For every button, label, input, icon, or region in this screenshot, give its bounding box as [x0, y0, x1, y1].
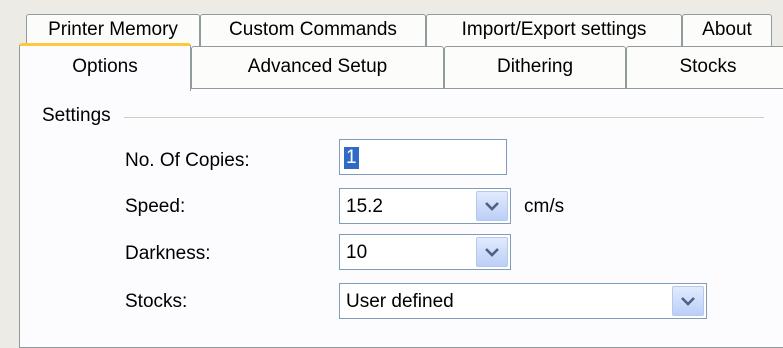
tab-about[interactable]: About — [682, 14, 772, 48]
tab-label: Import/Export settings — [461, 19, 647, 40]
stocks-value: User defined — [346, 291, 454, 312]
speed-select[interactable]: 15.2 — [339, 188, 511, 224]
tab-advanced-setup[interactable]: Advanced Setup — [191, 46, 444, 88]
darkness-select[interactable]: 10 — [339, 234, 511, 270]
speed-dropdown-button[interactable] — [476, 191, 508, 221]
tab-stocks[interactable]: Stocks — [626, 46, 783, 88]
copies-input[interactable]: 1 — [339, 139, 507, 175]
tab-import-export-settings[interactable]: Import/Export settings — [426, 14, 682, 48]
copies-label: No. Of Copies: — [125, 150, 250, 171]
speed-value: 15.2 — [346, 196, 383, 217]
tab-label: Printer Memory — [48, 19, 178, 40]
speed-unit: cm/s — [524, 196, 565, 217]
darkness-value: 10 — [346, 242, 368, 263]
tab-label: Options — [72, 56, 138, 77]
tab-label: Stocks — [679, 56, 737, 77]
copies-value: 1 — [344, 147, 359, 169]
chevron-down-icon — [485, 202, 499, 211]
darkness-dropdown-button[interactable] — [476, 237, 508, 267]
darkness-label: Darkness: — [125, 243, 211, 264]
stocks-dropdown-button[interactable] — [672, 286, 704, 316]
speed-label: Speed: — [125, 196, 186, 217]
tab-label: Advanced Setup — [247, 56, 388, 77]
tab-options[interactable]: Options — [19, 43, 191, 91]
settings-group-label: Settings — [42, 105, 117, 127]
chevron-down-icon — [485, 248, 499, 257]
tab-label: Dithering — [496, 56, 574, 77]
stocks-label: Stocks: — [125, 291, 188, 312]
settings-group-divider — [124, 117, 764, 118]
stocks-select[interactable]: User defined — [339, 283, 707, 319]
tab-label: Custom Commands — [229, 19, 397, 40]
chevron-down-icon — [681, 297, 695, 306]
tab-label: About — [702, 19, 752, 40]
tab-custom-commands[interactable]: Custom Commands — [200, 14, 426, 48]
tab-dithering[interactable]: Dithering — [444, 46, 626, 88]
